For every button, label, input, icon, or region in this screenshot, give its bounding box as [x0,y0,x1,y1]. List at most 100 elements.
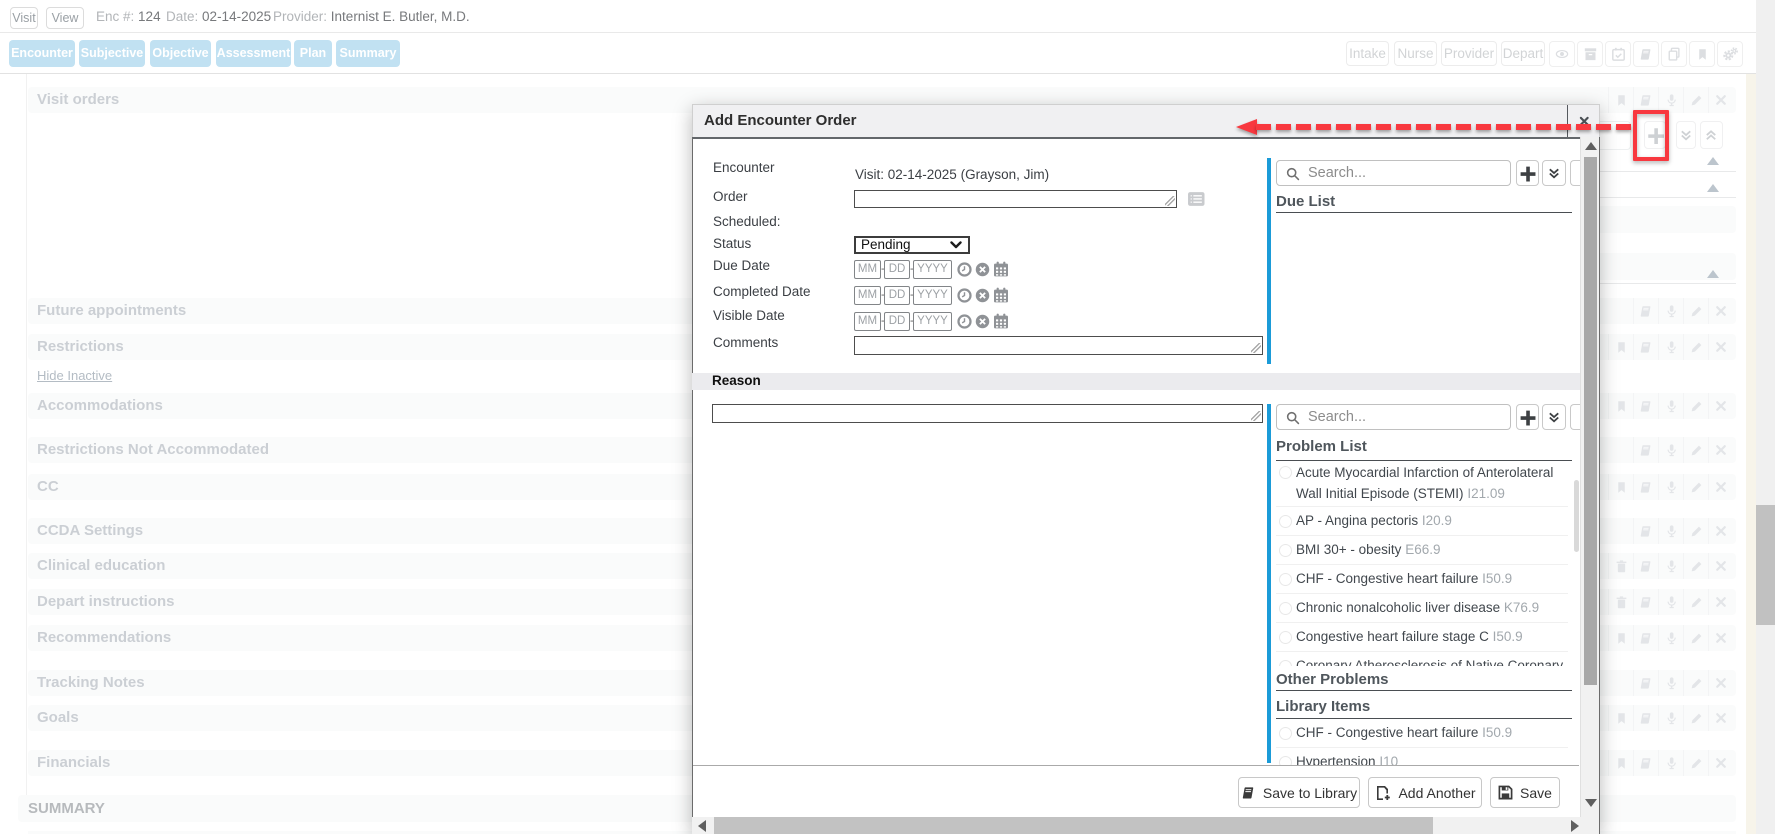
visit-orders-expand-button[interactable] [1676,121,1696,149]
problem-list-item[interactable]: AP - Angina pectoris I20.9 [1276,507,1568,536]
microphone-icon[interactable] [1658,705,1683,731]
clear-circle-icon[interactable] [975,288,990,303]
xmark-icon[interactable] [1708,625,1733,651]
clock-icon[interactable] [957,288,972,303]
calendar-icon[interactable] [993,261,1009,277]
nav-plan-button[interactable]: Plan [294,40,332,67]
completed-date-day-input[interactable]: DD [884,286,910,305]
microphone-icon[interactable] [1658,518,1683,544]
pencil-icon[interactable] [1683,589,1708,615]
visible-date-year-input[interactable]: YYYY [913,312,952,331]
pencil-icon[interactable] [1683,334,1708,360]
resize-grip[interactable] [1251,411,1261,421]
microphone-icon[interactable] [1658,437,1683,463]
status-select[interactable]: Pending [854,236,970,254]
due-expand-button[interactable] [1542,160,1566,186]
microphone-icon[interactable] [1658,670,1683,696]
completed-date-month-input[interactable]: MM [854,286,881,305]
dialog-vertical-scrollbar[interactable] [1580,137,1599,817]
microphone-icon[interactable] [1658,474,1683,500]
problem-list-item[interactable]: Acute Myocardial Infarction of Anterolat… [1276,461,1568,507]
due-date-year-input[interactable]: YYYY [913,260,952,279]
microphone-icon[interactable] [1658,553,1683,579]
book-icon[interactable] [1633,518,1658,544]
pencil-icon[interactable] [1683,705,1708,731]
collapse-triangle-icon[interactable] [1707,157,1719,165]
reason-input[interactable] [712,404,1263,423]
book-icon[interactable] [1633,705,1658,731]
xmark-icon[interactable] [1708,87,1733,113]
nav-subjective-button[interactable]: Subjective [79,40,145,67]
nav-encounter-button[interactable]: Encounter [9,40,75,67]
problem-add-button[interactable] [1516,404,1539,430]
clear-circle-icon[interactable] [975,262,990,277]
problem-list-item[interactable]: CHF - Congestive heart failure I50.9 [1276,565,1568,594]
problem-search-box[interactable]: Search... [1276,404,1511,430]
nav-objective-button[interactable]: Objective [150,40,211,67]
collapse-triangle-icon[interactable] [1707,270,1719,278]
microphone-icon[interactable] [1658,334,1683,360]
depart-button[interactable]: Depart [1501,41,1545,66]
book-icon[interactable] [1633,670,1658,696]
problem-list-item[interactable]: CHF - Congestive heart failure I50.9 [1276,719,1568,748]
pencil-icon[interactable] [1683,750,1708,776]
book-icon[interactable] [1633,589,1658,615]
xmark-icon[interactable] [1708,518,1733,544]
due-date-day-input[interactable]: DD [884,260,910,279]
book-icon[interactable] [1633,553,1658,579]
radio-icon[interactable] [1279,515,1292,528]
xmark-icon[interactable] [1708,589,1733,615]
due-add-button[interactable] [1516,160,1539,186]
save-button[interactable]: Save [1490,777,1560,808]
radio-icon[interactable] [1279,631,1292,644]
microphone-icon[interactable] [1658,750,1683,776]
microphone-icon[interactable] [1658,589,1683,615]
visible-date-day-input[interactable]: DD [884,312,910,331]
save-to-library-button[interactable]: Save to Library [1238,777,1360,808]
pencil-icon[interactable] [1683,518,1708,544]
collapse-triangle-icon[interactable] [1707,184,1719,192]
book-icon-button[interactable] [1633,41,1659,67]
problem-list-item[interactable]: Chronic nonalcoholic liver disease K76.9 [1276,594,1568,623]
radio-icon[interactable] [1279,544,1292,557]
bookmark-icon[interactable] [1608,474,1633,500]
calendar-icon[interactable] [993,313,1009,329]
eye-icon-button[interactable] [1549,41,1575,67]
dialog-hscroll-thumb[interactable] [714,817,1433,834]
hide-inactive-link[interactable]: Hide Inactive [37,368,112,383]
pencil-icon[interactable] [1683,298,1708,324]
radio-icon[interactable] [1279,756,1292,765]
scroll-left-arrow-icon[interactable] [698,820,706,832]
scroll-down-arrow-icon[interactable] [1585,799,1597,807]
microphone-icon[interactable] [1658,393,1683,419]
xmark-icon[interactable] [1708,298,1733,324]
book-icon[interactable] [1633,625,1658,651]
pencil-icon[interactable] [1683,474,1708,500]
xmark-icon[interactable] [1708,705,1733,731]
problem-list-scrollbar-thumb[interactable] [1574,480,1579,552]
dialog-vscroll-thumb[interactable] [1584,157,1597,685]
bookmark-icon-button[interactable] [1689,41,1715,67]
gears-icon-button[interactable] [1717,41,1743,67]
xmark-icon[interactable] [1708,437,1733,463]
nav-summary-button[interactable]: Summary [336,40,400,67]
pencil-icon[interactable] [1683,625,1708,651]
trash-icon[interactable] [1608,553,1633,579]
due-search-box[interactable]: Search... [1276,160,1511,186]
pencil-icon[interactable] [1683,393,1708,419]
problem-expand-button[interactable] [1542,404,1566,430]
clock-icon[interactable] [957,314,972,329]
radio-icon[interactable] [1279,660,1292,666]
radio-icon[interactable] [1279,727,1292,740]
problem-list-item[interactable]: Coronary Atherosclerosis of Native Coron… [1276,652,1568,666]
archive-icon-button[interactable] [1577,41,1603,67]
scroll-up-arrow-icon[interactable] [1585,142,1597,150]
add-another-button[interactable]: Add Another [1368,777,1482,808]
copy-icon-button[interactable] [1661,41,1687,67]
bookmark-icon[interactable] [1608,705,1633,731]
radio-icon[interactable] [1279,573,1292,586]
pencil-icon[interactable] [1683,437,1708,463]
visible-date-month-input[interactable]: MM [854,312,881,331]
pencil-icon[interactable] [1683,553,1708,579]
pencil-icon[interactable] [1683,87,1708,113]
